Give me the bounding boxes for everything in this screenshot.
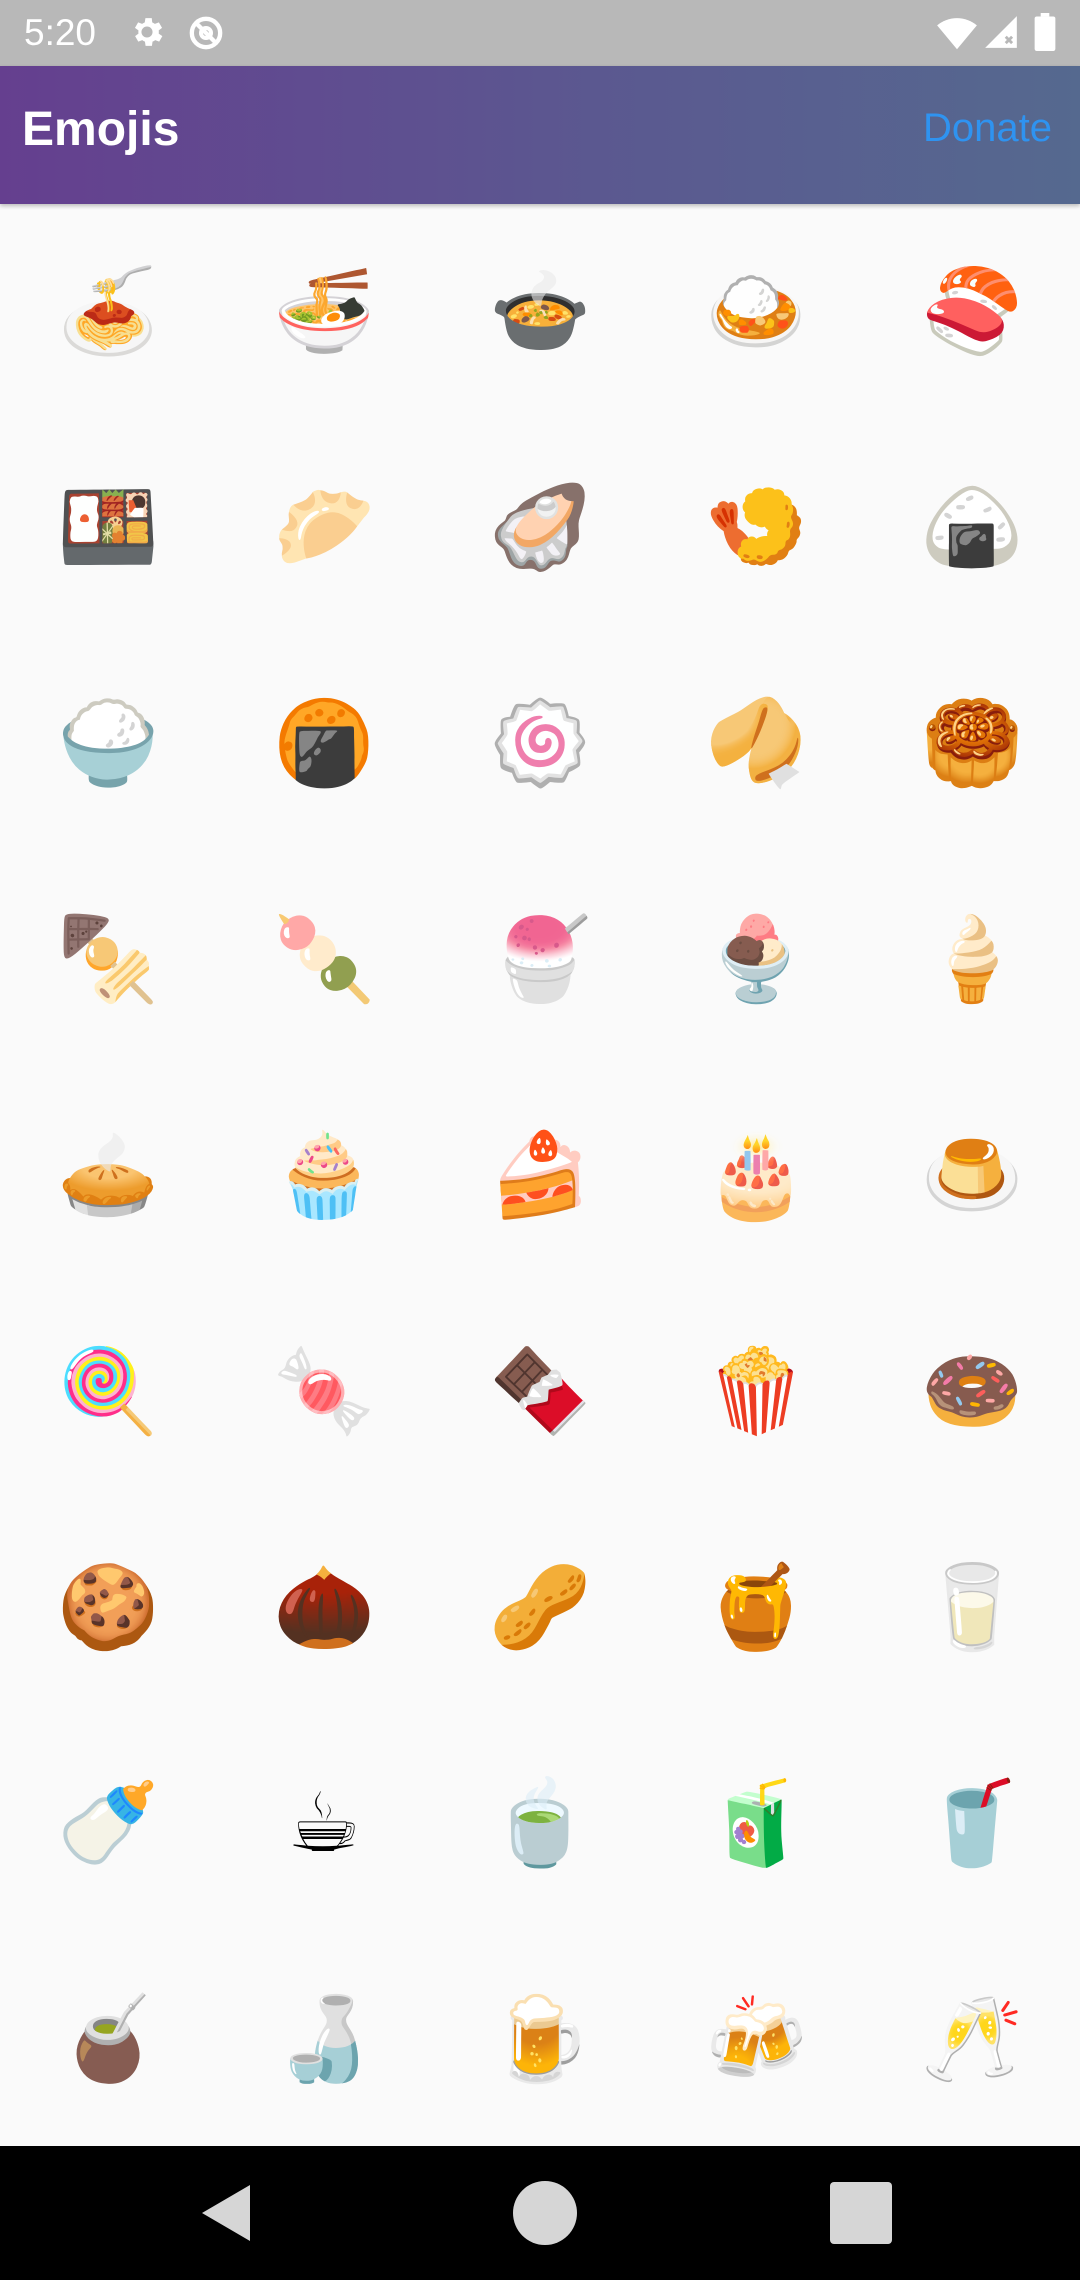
emoji-cell[interactable]: 🍙 [864,420,1080,636]
home-icon[interactable] [512,2180,578,2246]
emoji-cell[interactable]: ☕ [216,1716,432,1932]
emoji-cell[interactable]: 🎂 [648,1068,864,1284]
battery-icon [1034,13,1056,51]
emoji-cell[interactable]: 🥤 [864,1716,1080,1932]
emoji-cell[interactable]: 🥛 [864,1500,1080,1716]
emoji-cell[interactable]: 🍿 [648,1284,864,1500]
emoji-cell[interactable]: 🍦 [864,852,1080,1068]
emoji-cell[interactable]: 🍭 [0,1284,216,1500]
sync-icon [186,13,226,53]
donate-button[interactable]: Donate [923,106,1052,151]
emoji-cell[interactable]: 🧉 [0,1932,216,2146]
emoji-cell[interactable]: 🥧 [0,1068,216,1284]
emoji-cell[interactable]: 🥮 [864,636,1080,852]
status-bar: 5:20 [0,0,1080,66]
emoji-cell[interactable]: 🍬 [216,1284,432,1500]
recents-icon[interactable] [828,2180,894,2246]
emoji-cell[interactable]: 🍪 [0,1500,216,1716]
emoji-cell[interactable]: 🍤 [648,420,864,636]
emoji-cell[interactable]: 🍜 [216,204,432,420]
emoji-cell[interactable]: 🍰 [432,1068,648,1284]
emoji-cell[interactable]: 🍯 [648,1500,864,1716]
emoji-cell[interactable]: 🍺 [432,1932,648,2146]
emoji-cell[interactable]: 🍶 [216,1932,432,2146]
emoji-cell[interactable]: 🦪 [432,420,648,636]
emoji-cell[interactable]: 🧁 [216,1068,432,1284]
app-bar: Emojis Donate [0,66,1080,204]
emoji-cell[interactable]: 🥜 [432,1500,648,1716]
emoji-cell[interactable]: 🍩 [864,1284,1080,1500]
emoji-cell[interactable]: 🍡 [216,852,432,1068]
emoji-cell[interactable]: 🍮 [864,1068,1080,1284]
emoji-cell[interactable]: 🍲 [432,204,648,420]
emoji-cell[interactable]: 🍥 [432,636,648,852]
wifi-icon [936,13,978,51]
emoji-cell[interactable]: 🍧 [432,852,648,1068]
emoji-cell[interactable]: 🧃 [648,1716,864,1932]
emoji-grid: 🍝 🍜 🍲 🍛 🍣 🍱 🥟 🦪 🍤 🍙 🍚 🍘 🍥 🥠 🥮 🍢 🍡 🍧 🍨 🍦 🥧 🧁 🍰 🎂 🍮 🍭 🍬 🍫 🍿 🍩 🍪 🌰 🥜 🍯 🥛 🍼 ☕ 🍵 🧃 🥤… [0,204,1080,2146]
emoji-cell[interactable]: 🥂 [864,1932,1080,2146]
status-time: 5:20 [24,12,97,53]
emoji-cell[interactable]: 🍱 [0,420,216,636]
emoji-cell[interactable]: 🍛 [648,204,864,420]
emoji-cell[interactable]: 🍚 [0,636,216,852]
emoji-cell[interactable]: 🍻 [648,1932,864,2146]
emoji-cell[interactable]: 🍣 [864,204,1080,420]
emoji-cell[interactable]: 🌰 [216,1500,432,1716]
emoji-cell[interactable]: 🍼 [0,1716,216,1932]
emoji-cell[interactable]: 🥠 [648,636,864,852]
nav-bar [0,2146,1080,2280]
emoji-cell[interactable]: 🍵 [432,1716,648,1932]
emoji-cell[interactable]: 🍢 [0,852,216,1068]
back-icon[interactable] [198,2180,254,2246]
gear-icon [128,13,166,51]
emoji-cell[interactable]: 🍫 [432,1284,648,1500]
emoji-cell[interactable]: 🍝 [0,204,216,420]
emoji-cell[interactable]: 🍘 [216,636,432,852]
emoji-cell[interactable]: 🥟 [216,420,432,636]
emoji-cell[interactable]: 🍨 [648,852,864,1068]
app-title: Emojis [22,103,180,156]
signal-icon [982,13,1020,51]
